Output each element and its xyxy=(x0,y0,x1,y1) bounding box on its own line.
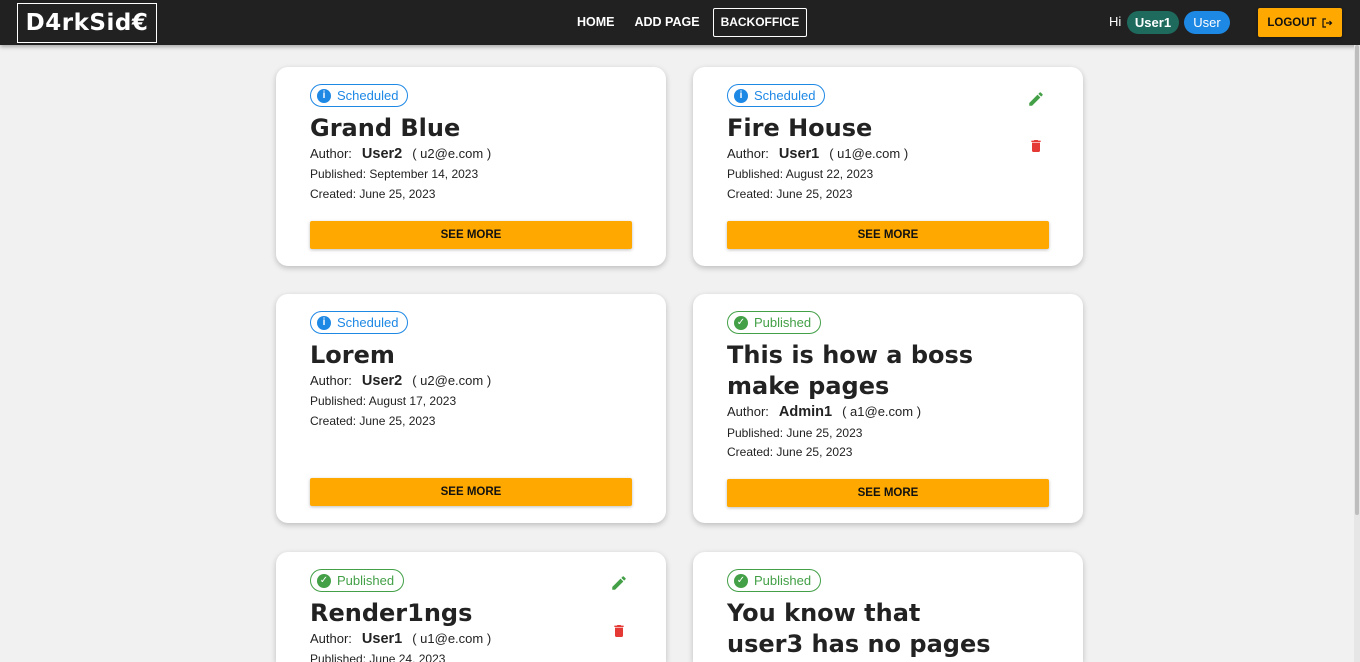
author-name: User2 xyxy=(361,146,403,162)
status-label: Published xyxy=(337,573,395,588)
info-icon: i xyxy=(734,88,748,103)
author-email: ( a1@e.com ) xyxy=(842,404,922,419)
page-title: This is how a boss make pages xyxy=(727,341,974,400)
published-date: August 17, 2023 xyxy=(368,394,457,408)
page-title: Fire House xyxy=(727,114,873,142)
logo[interactable]: D4rkSid€ xyxy=(17,3,157,43)
author-line: Author: User2 ( u2@e.com ) xyxy=(310,373,491,389)
author-line: Author: User1 ( u1@e.com ) xyxy=(727,146,908,162)
page-card: i Scheduled Fire House Author: User1 ( u… xyxy=(693,67,1083,266)
created-label: Created: xyxy=(310,187,357,201)
created-label: Created: xyxy=(310,414,357,428)
created-date: June 25, 2023 xyxy=(776,187,853,201)
author-line: Author: User2 ( u2@e.com ) xyxy=(310,146,491,162)
created-label: Created: xyxy=(727,445,774,459)
status-badge: ✓ Published xyxy=(727,311,822,334)
info-icon: i xyxy=(317,88,331,103)
see-more-button[interactable]: SEE MORE xyxy=(727,221,1049,249)
nav-links: HOME ADD PAGE BACKOFFICE xyxy=(570,8,813,37)
page-title: Lorem xyxy=(310,341,395,369)
created-date-line: Created: June 25, 2023 xyxy=(310,414,435,428)
check-circle-icon: ✓ xyxy=(734,573,748,588)
published-date-line: Published: August 22, 2023 xyxy=(727,167,873,181)
created-date-line: Created: June 25, 2023 xyxy=(727,187,852,201)
status-badge: ✓ Published xyxy=(727,569,822,592)
delete-icon[interactable] xyxy=(611,622,627,640)
status-badge: i Scheduled xyxy=(310,84,409,107)
page-card: ✓ Published This is how a boss make page… xyxy=(693,294,1083,523)
created-date: June 25, 2023 xyxy=(776,445,853,459)
published-date-line: Published: June 25, 2023 xyxy=(727,426,862,440)
nav-home-link[interactable]: HOME xyxy=(570,8,622,37)
logout-button[interactable]: LOGOUT xyxy=(1258,8,1342,37)
info-icon: i xyxy=(317,315,331,330)
author-line: Author: Admin1 ( a1@e.com ) xyxy=(727,404,921,420)
author-email: ( u1@e.com ) xyxy=(412,631,492,646)
published-label: Published: xyxy=(310,652,367,662)
greeting-text: Hi xyxy=(1109,14,1122,29)
created-date: June 25, 2023 xyxy=(359,187,436,201)
status-badge: i Scheduled xyxy=(727,84,826,107)
page-card: ✓ Published Render1ngs Author: User1 ( u… xyxy=(276,552,666,662)
published-date: June 25, 2023 xyxy=(786,426,863,440)
published-label: Published: xyxy=(310,167,367,181)
author-label: Author: xyxy=(310,146,352,161)
nav-add-page-link[interactable]: ADD PAGE xyxy=(628,8,707,37)
author-label: Author: xyxy=(727,146,769,161)
created-date: June 25, 2023 xyxy=(359,414,436,428)
logout-label: LOGOUT xyxy=(1267,16,1317,29)
published-date: August 22, 2023 xyxy=(785,167,874,181)
edit-icon[interactable] xyxy=(1027,90,1045,108)
published-label: Published: xyxy=(727,426,784,440)
created-label: Created: xyxy=(727,187,774,201)
author-name: User1 xyxy=(778,146,820,162)
status-label: Published xyxy=(754,315,812,330)
published-date-line: Published: June 24, 2023 xyxy=(310,652,445,662)
status-badge: ✓ Published xyxy=(310,569,405,592)
author-email: ( u1@e.com ) xyxy=(829,146,909,161)
user-name-chip: User1 xyxy=(1127,11,1179,34)
status-label: Scheduled xyxy=(337,315,399,330)
page-title: Grand Blue xyxy=(310,114,461,142)
check-circle-icon: ✓ xyxy=(317,573,331,588)
status-badge: i Scheduled xyxy=(310,311,409,334)
published-date: June 24, 2023 xyxy=(369,652,446,662)
status-label: Published xyxy=(754,573,812,588)
page-card: i Scheduled Grand Blue Author: User2 ( u… xyxy=(276,67,666,266)
published-label: Published: xyxy=(310,394,367,408)
author-name: User1 xyxy=(361,631,403,647)
page-card: ✓ Published You know that user3 has no p… xyxy=(693,552,1083,662)
page-title: You know that user3 has no pages yet? xyxy=(727,599,991,662)
author-label: Author: xyxy=(310,373,352,388)
author-email: ( u2@e.com ) xyxy=(412,373,492,388)
delete-icon[interactable] xyxy=(1028,137,1044,155)
navbar: D4rkSid€ HOME ADD PAGE BACKOFFICE Hi Use… xyxy=(0,0,1360,45)
created-date-line: Created: June 25, 2023 xyxy=(310,187,435,201)
scrollbar-thumb[interactable] xyxy=(1355,45,1359,515)
nav-backoffice-link[interactable]: BACKOFFICE xyxy=(712,8,808,37)
author-line: Author: User1 ( u1@e.com ) xyxy=(310,631,491,647)
author-email: ( u2@e.com ) xyxy=(412,146,492,161)
page-card: i Scheduled Lorem Author: User2 ( u2@e.c… xyxy=(276,294,666,523)
page-title: Render1ngs xyxy=(310,599,473,627)
author-label: Author: xyxy=(310,631,352,646)
author-label: Author: xyxy=(727,404,769,419)
user-role-chip: User xyxy=(1184,11,1230,34)
check-circle-icon: ✓ xyxy=(734,315,748,330)
created-date-line: Created: June 25, 2023 xyxy=(727,445,852,459)
published-date-line: Published: August 17, 2023 xyxy=(310,394,456,408)
author-name: Admin1 xyxy=(778,404,833,420)
author-name: User2 xyxy=(361,373,403,389)
see-more-button[interactable]: SEE MORE xyxy=(727,479,1049,507)
status-label: Scheduled xyxy=(754,88,816,103)
see-more-button[interactable]: SEE MORE xyxy=(310,478,632,506)
see-more-button[interactable]: SEE MORE xyxy=(310,221,632,249)
edit-icon[interactable] xyxy=(610,574,628,592)
logout-icon xyxy=(1321,17,1332,28)
published-date-line: Published: September 14, 2023 xyxy=(310,167,478,181)
status-label: Scheduled xyxy=(337,88,399,103)
published-date: September 14, 2023 xyxy=(369,167,479,181)
published-label: Published: xyxy=(727,167,784,181)
